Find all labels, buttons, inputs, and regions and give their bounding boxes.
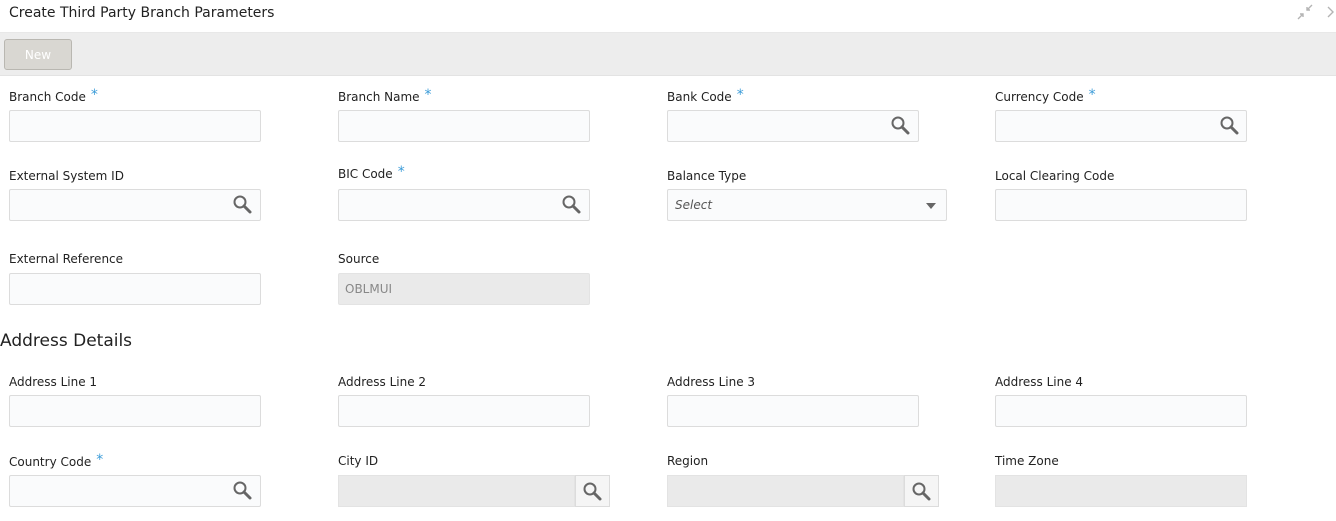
page-title: Create Third Party Branch Parameters (9, 5, 275, 21)
required-marker: * (397, 164, 405, 180)
address-details-heading: Address Details (0, 331, 133, 351)
search-icon[interactable] (1218, 114, 1242, 138)
branch-code-label: Branch Code * (9, 87, 98, 104)
currency-code-input[interactable] (995, 110, 1247, 142)
bic-code-label: BIC Code * (338, 164, 405, 181)
collapse-arrows-icon[interactable] (1296, 3, 1314, 25)
chevron-down-icon (926, 203, 936, 209)
region-label: Region (667, 454, 709, 468)
bank-code-input[interactable] (667, 110, 919, 142)
external-system-id-label: External System ID (9, 169, 124, 183)
region-search-button[interactable] (904, 475, 939, 507)
search-icon[interactable] (581, 480, 605, 508)
country-code-input[interactable] (9, 475, 261, 507)
bank-code-label: Bank Code * (667, 87, 744, 104)
address-line-2-input[interactable] (338, 395, 590, 427)
address-line-3-label: Address Line 3 (667, 375, 756, 389)
required-marker: * (736, 87, 744, 103)
balance-type-label: Balance Type (667, 169, 747, 183)
address-line-4-label: Address Line 4 (995, 375, 1084, 389)
search-icon[interactable] (231, 479, 255, 503)
local-clearing-code-label: Local Clearing Code (995, 169, 1115, 183)
local-clearing-code-input[interactable] (995, 189, 1247, 221)
external-reference-input[interactable] (9, 273, 261, 305)
address-line-3-input[interactable] (667, 395, 919, 427)
required-marker: * (424, 87, 432, 103)
address-line-1-label: Address Line 1 (9, 375, 98, 389)
external-reference-label: External Reference (9, 252, 124, 266)
city-id-search-button[interactable] (575, 475, 610, 507)
address-line-1-input[interactable] (9, 395, 261, 427)
new-button[interactable]: New (4, 39, 72, 70)
required-marker: * (96, 452, 104, 468)
branch-name-label: Branch Name * (338, 87, 432, 104)
city-id-label: City ID (338, 454, 379, 468)
balance-type-select[interactable]: Select (667, 189, 947, 221)
search-icon[interactable] (910, 480, 934, 508)
source-label: Source (338, 252, 380, 266)
source-field (338, 273, 590, 305)
required-marker: * (90, 87, 98, 103)
country-code-label: Country Code * (9, 452, 104, 469)
external-system-id-input[interactable] (9, 189, 261, 221)
search-icon[interactable] (889, 114, 913, 138)
title-bar: Create Third Party Branch Parameters (0, 0, 1336, 33)
branch-code-input[interactable] (9, 110, 261, 142)
balance-type-value: Select (675, 198, 713, 212)
required-marker: * (1088, 87, 1096, 103)
currency-code-label: Currency Code * (995, 87, 1096, 104)
time-zone-field (995, 475, 1247, 507)
chevron-right-icon[interactable] (1326, 3, 1336, 25)
region-field (667, 475, 904, 507)
bic-code-input[interactable] (338, 189, 590, 221)
search-icon[interactable] (231, 193, 255, 217)
branch-name-input[interactable] (338, 110, 590, 142)
address-line-4-input[interactable] (995, 395, 1247, 427)
search-icon[interactable] (560, 193, 584, 217)
address-line-2-label: Address Line 2 (338, 375, 427, 389)
city-id-field (338, 475, 575, 507)
toolbar: New (0, 33, 1336, 76)
time-zone-label: Time Zone (995, 454, 1059, 468)
